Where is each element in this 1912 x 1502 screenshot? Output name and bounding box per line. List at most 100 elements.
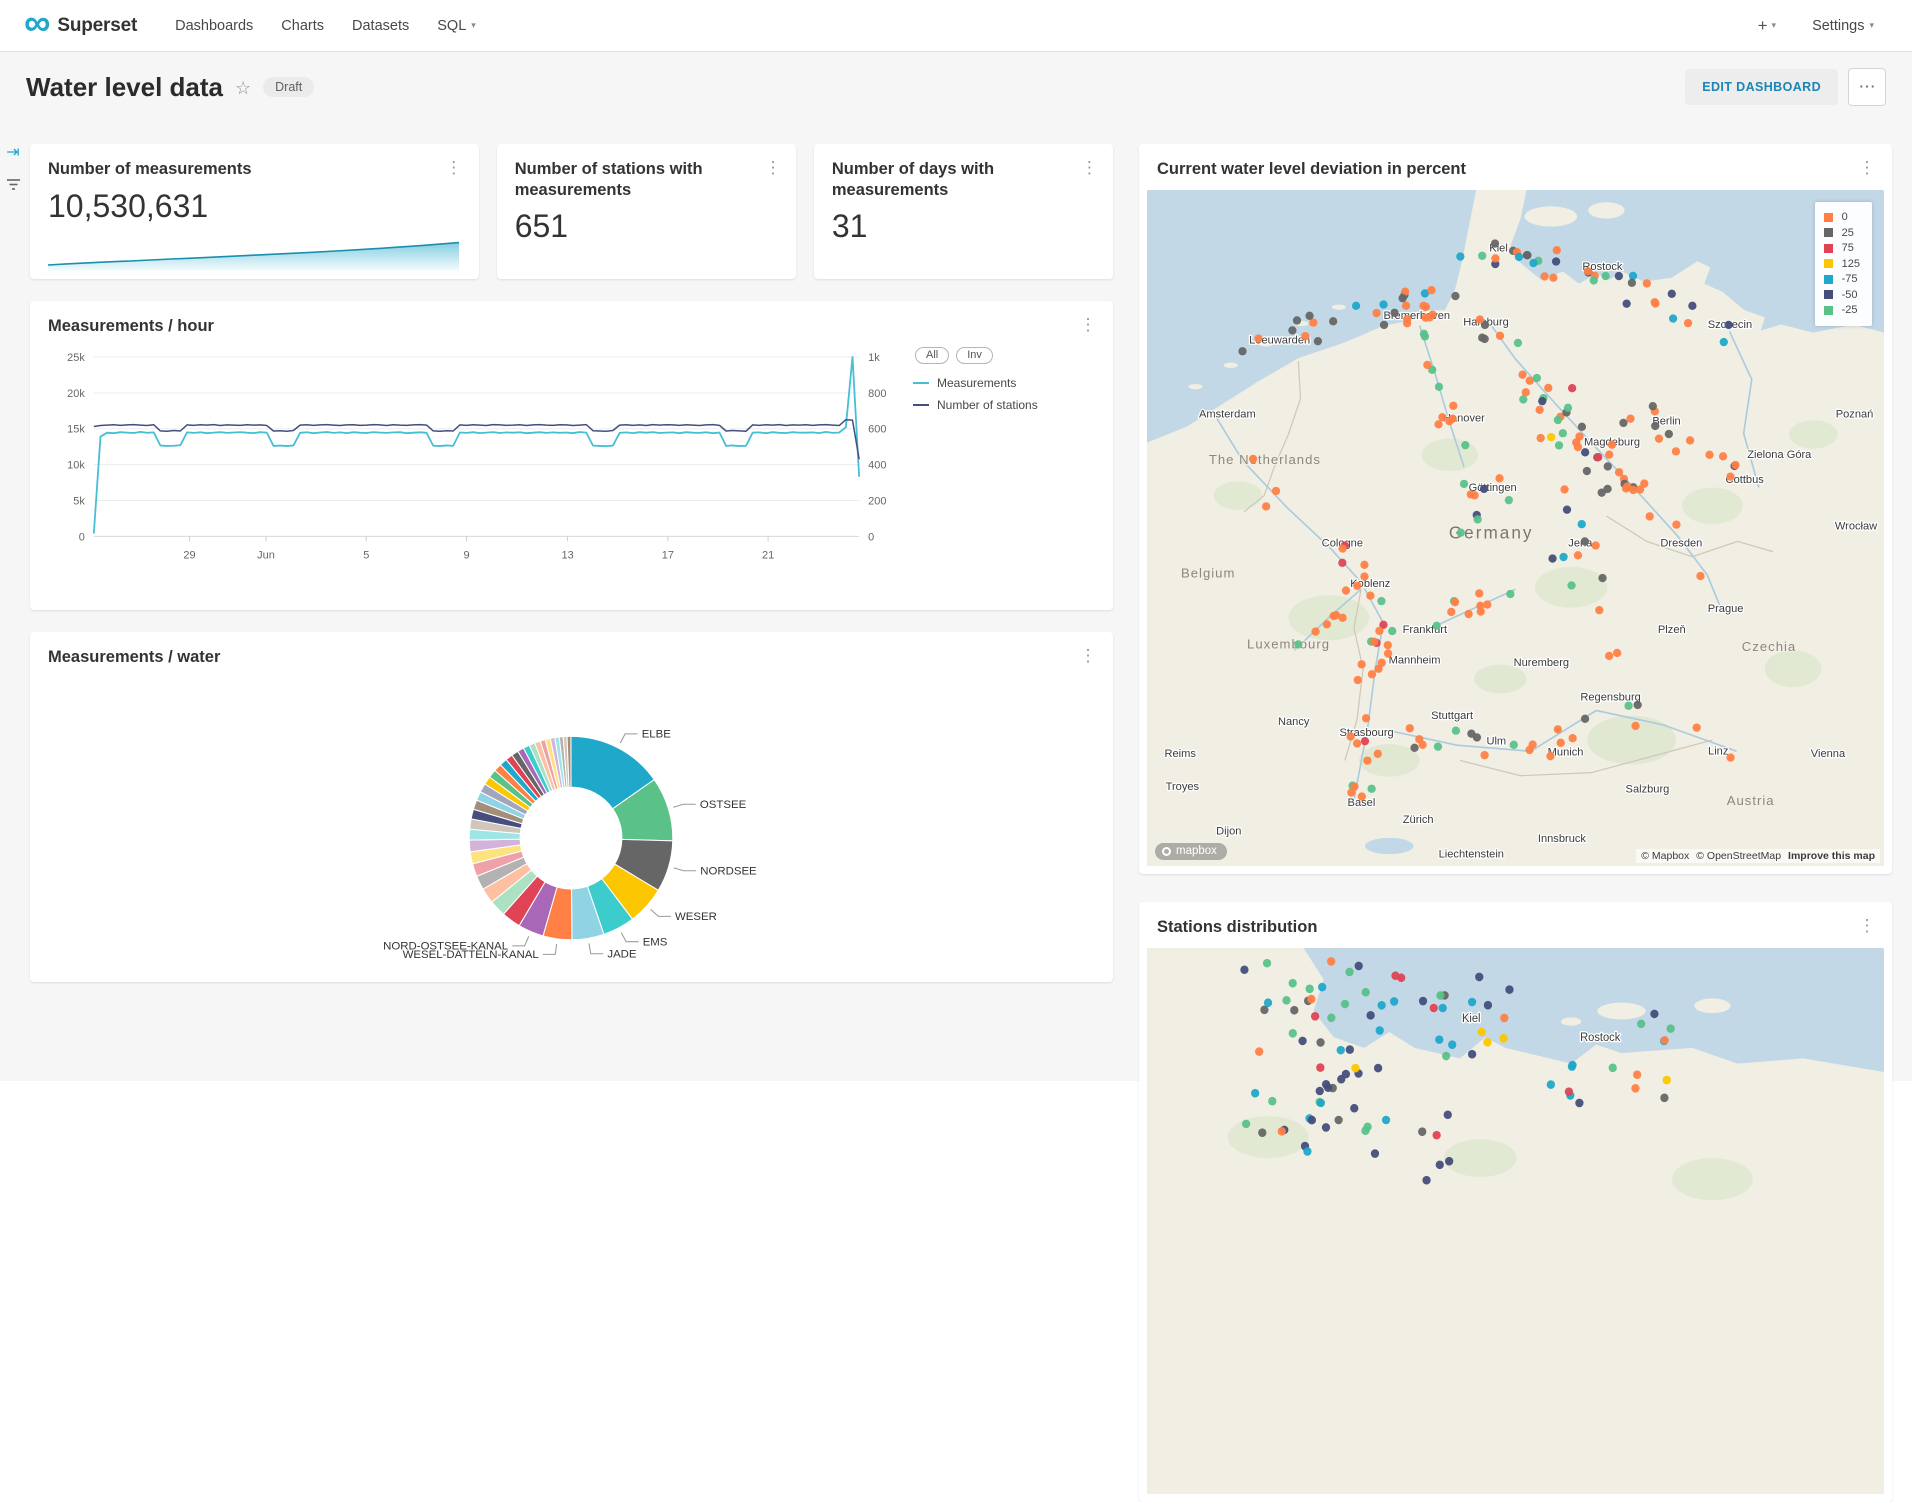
- station-dot[interactable]: [1449, 414, 1457, 422]
- station-dot[interactable]: [1510, 740, 1518, 748]
- station-dot[interactable]: [1422, 302, 1430, 310]
- station-dot[interactable]: [1418, 740, 1426, 748]
- station-dot[interactable]: [1322, 1123, 1330, 1132]
- station-dot[interactable]: [1353, 739, 1361, 747]
- station-dot[interactable]: [1318, 982, 1326, 991]
- station-dot[interactable]: [1546, 752, 1554, 760]
- mapbox-logo[interactable]: mapbox: [1155, 843, 1227, 860]
- station-dot[interactable]: [1609, 1063, 1617, 1072]
- station-dot[interactable]: [1554, 415, 1562, 423]
- kebab-menu-icon[interactable]: ⋮: [1077, 316, 1099, 334]
- station-dot[interactable]: [1278, 1127, 1286, 1136]
- station-dot[interactable]: [1549, 273, 1557, 281]
- station-dot[interactable]: [1390, 308, 1398, 316]
- station-dot[interactable]: [1316, 1063, 1324, 1072]
- station-dot[interactable]: [1358, 792, 1366, 800]
- station-dot[interactable]: [1538, 397, 1546, 405]
- station-dot[interactable]: [1567, 581, 1575, 589]
- more-options-button[interactable]: ⋯: [1848, 68, 1886, 106]
- station-dot[interactable]: [1316, 1038, 1324, 1047]
- nav-sql[interactable]: SQL▾: [423, 18, 490, 34]
- station-dot[interactable]: [1629, 485, 1637, 493]
- station-dot[interactable]: [1357, 660, 1365, 668]
- station-dot[interactable]: [1668, 289, 1676, 297]
- station-dot[interactable]: [1418, 1127, 1426, 1136]
- station-dot[interactable]: [1581, 537, 1589, 545]
- station-dot[interactable]: [1574, 551, 1582, 559]
- station-dot[interactable]: [1665, 430, 1673, 438]
- station-dot[interactable]: [1254, 334, 1262, 342]
- station-dot[interactable]: [1447, 607, 1455, 615]
- station-dot[interactable]: [1460, 479, 1468, 487]
- station-dot[interactable]: [1552, 257, 1560, 265]
- station-dot[interactable]: [1608, 440, 1616, 448]
- station-dot[interactable]: [1263, 958, 1271, 967]
- station-dot[interactable]: [1667, 1024, 1675, 1033]
- station-dot[interactable]: [1317, 1098, 1325, 1107]
- station-dot[interactable]: [1456, 252, 1464, 260]
- station-dot[interactable]: [1303, 1147, 1311, 1156]
- station-dot[interactable]: [1578, 520, 1586, 528]
- station-dot[interactable]: [1451, 598, 1459, 606]
- station-dot[interactable]: [1311, 627, 1319, 635]
- filter-icon[interactable]: [6, 178, 21, 191]
- kebab-menu-icon[interactable]: ⋮: [1856, 159, 1878, 177]
- station-dot[interactable]: [1514, 338, 1522, 346]
- station-dot[interactable]: [1435, 382, 1443, 390]
- station-dot[interactable]: [1380, 320, 1388, 328]
- station-dot[interactable]: [1686, 436, 1694, 444]
- station-dot[interactable]: [1436, 991, 1444, 1000]
- station-dot[interactable]: [1337, 1045, 1345, 1054]
- station-dot[interactable]: [1719, 452, 1727, 460]
- station-dot[interactable]: [1402, 301, 1410, 309]
- station-dot[interactable]: [1529, 740, 1537, 748]
- station-dot[interactable]: [1406, 724, 1414, 732]
- station-dot[interactable]: [1375, 626, 1383, 634]
- station-dot[interactable]: [1342, 1069, 1350, 1078]
- station-dot[interactable]: [1377, 1001, 1385, 1010]
- station-dot[interactable]: [1474, 515, 1482, 523]
- station-dot[interactable]: [1410, 743, 1418, 751]
- deviation-map-canvas[interactable]: LeeuwardenAmsterdamThe NetherlandsBelgiu…: [1147, 190, 1884, 866]
- station-dot[interactable]: [1628, 278, 1636, 286]
- station-dot[interactable]: [1451, 291, 1459, 299]
- attribution-osm-link[interactable]: © OpenStreetMap: [1696, 850, 1781, 862]
- station-dot[interactable]: [1338, 558, 1346, 566]
- station-dot[interactable]: [1615, 468, 1623, 476]
- station-dot[interactable]: [1496, 331, 1504, 339]
- legend-item-stations[interactable]: Number of stations: [913, 398, 1103, 412]
- station-dot[interactable]: [1634, 700, 1642, 708]
- station-dot[interactable]: [1311, 1012, 1319, 1021]
- kebab-menu-icon[interactable]: ⋮: [1080, 159, 1099, 177]
- station-dot[interactable]: [1442, 1051, 1450, 1060]
- station-dot[interactable]: [1461, 441, 1469, 449]
- map-legend-item[interactable]: 25: [1824, 225, 1860, 241]
- station-dot[interactable]: [1598, 488, 1606, 496]
- station-dot[interactable]: [1342, 586, 1350, 594]
- station-dot[interactable]: [1268, 1097, 1276, 1106]
- station-dot[interactable]: [1306, 984, 1314, 993]
- station-dot[interactable]: [1484, 1000, 1492, 1009]
- station-dot[interactable]: [1433, 621, 1441, 629]
- station-dot[interactable]: [1693, 723, 1701, 731]
- station-dot[interactable]: [1544, 383, 1552, 391]
- station-dot[interactable]: [1351, 1063, 1359, 1072]
- station-dot[interactable]: [1434, 742, 1442, 750]
- station-dot[interactable]: [1366, 591, 1374, 599]
- station-dot[interactable]: [1371, 1149, 1379, 1158]
- station-dot[interactable]: [1352, 301, 1360, 309]
- station-dot[interactable]: [1467, 729, 1475, 737]
- station-dot[interactable]: [1592, 541, 1600, 549]
- station-dot[interactable]: [1345, 967, 1353, 976]
- station-dot[interactable]: [1305, 311, 1313, 319]
- station-dot[interactable]: [1362, 714, 1370, 722]
- station-dot[interactable]: [1298, 1036, 1306, 1045]
- station-dot[interactable]: [1282, 996, 1290, 1005]
- station-dot[interactable]: [1478, 1027, 1486, 1036]
- station-dot[interactable]: [1594, 453, 1602, 461]
- station-dot[interactable]: [1646, 512, 1654, 520]
- station-dot[interactable]: [1495, 474, 1503, 482]
- map-legend-item[interactable]: -50: [1824, 287, 1860, 303]
- station-dot[interactable]: [1563, 505, 1571, 513]
- station-dot[interactable]: [1651, 421, 1659, 429]
